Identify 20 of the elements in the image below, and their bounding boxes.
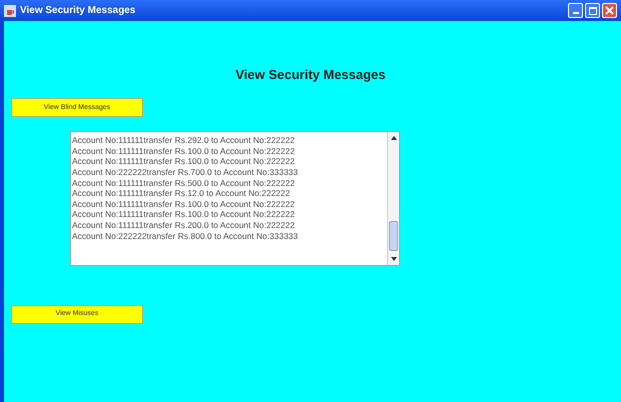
- page-heading: View Security Messages: [235, 66, 386, 84]
- message-line: Account No:222222transfer Rs.800.0 to Account No:333333: [72, 230, 299, 242]
- message-line: Account No:111111transfer Rs.292.0 to Account No:222222: [72, 135, 296, 146]
- message-line: Account No:111111transfer Rs.12.0 to Account No:222222: [72, 188, 291, 199]
- message-line: Account No:111111transfer Rs.100.0 to Account No:222222: [72, 156, 296, 168]
- coffee-cup-icon: [4, 4, 16, 16]
- message-line: Account No:111111transfer Rs.100.0 to Account No:222222: [72, 146, 296, 156]
- maximize-button[interactable]: [585, 3, 600, 18]
- message-line: Account No:111111transfer Rs.100.0 to Account No:222222: [72, 198, 296, 210]
- window-title: View Security Messages: [20, 4, 136, 18]
- message-line: Account No:222222transfer Rs.700.0 to Account No:333333: [72, 167, 299, 178]
- message-line: Account No:111111transfer Rs.500.0 to Account No:222222: [72, 178, 296, 188]
- scrollbar[interactable]: [387, 132, 399, 266]
- up-arrow-icon: [390, 136, 396, 140]
- message-line: Account No:111111transfer Rs.100.0 to Account No:222222: [72, 209, 296, 220]
- scroll-thumb[interactable]: [389, 221, 398, 252]
- message-line: Account No:111111transfer Rs.200.0 to Account No:222222: [72, 220, 296, 231]
- close-button[interactable]: [602, 3, 617, 18]
- down-arrow-icon: [390, 257, 396, 262]
- minimize-button[interactable]: [568, 3, 583, 18]
